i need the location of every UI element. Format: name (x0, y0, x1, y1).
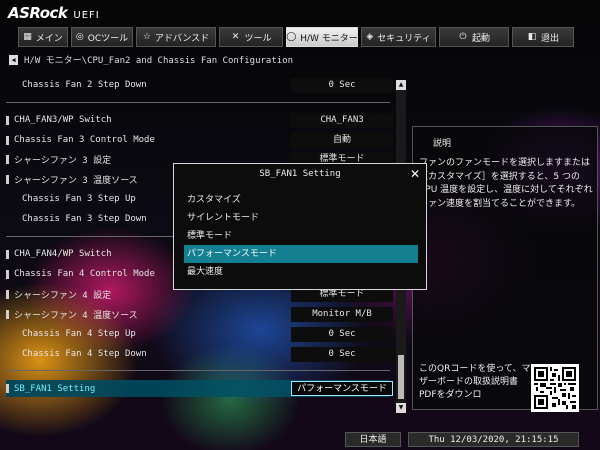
setting-label: Chassis Fan 4 Step Down (22, 349, 147, 359)
setting-marker (6, 350, 9, 359)
popup-option[interactable]: パフォーマンスモード (184, 245, 418, 263)
setting-row[interactable]: CHA_FAN3/WP Switch CHA_FAN3 (6, 112, 393, 128)
back-arrow-icon[interactable]: ◀ (9, 54, 18, 65)
tab-label: OCツール (87, 33, 129, 44)
setting-marker (6, 154, 9, 164)
setting-marker (6, 215, 9, 224)
tab-6[interactable]: ⏻ 起動 (439, 27, 509, 47)
exit-icon: ◧ (527, 32, 537, 42)
wrench-icon: ✕ (231, 32, 240, 42)
setting-marker (6, 384, 9, 393)
setting-row[interactable]: シャーシファン 4 温度ソース Monitor M/B (6, 306, 393, 322)
tab-label: セキュリティ (377, 33, 431, 44)
setting-marker (6, 195, 9, 204)
sb-fan1-setting-popup: SB_FAN1 Setting ✕ カスタマイズ サイレントモード 標準モード パフォ… (173, 163, 427, 290)
brand-name: ASRock (8, 4, 68, 22)
setting-label: Chassis Fan 4 Step Up (22, 329, 136, 339)
setting-marker (6, 174, 9, 184)
breadcrumb-text: H/W モニター\CPU_Fan2 and Chassis Fan Config… (24, 56, 293, 66)
popup-options: カスタマイズ サイレントモード 標準モード パフォーマンスモード 最大速度 (184, 191, 418, 281)
popup-title: SB_FAN1 Setting (259, 169, 341, 179)
scroll-thumb[interactable] (398, 355, 404, 399)
close-icon[interactable]: ✕ (410, 167, 420, 181)
tab-label: ツール (244, 33, 272, 44)
setting-label: Chassis Fan 4 Control Mode (14, 269, 155, 279)
setting-label: シャーシファン 3 設定 (14, 155, 112, 166)
star-icon: ☆ (142, 32, 151, 42)
breadcrumb: ◀ H/W モニター\CPU_Fan2 and Chassis Fan Conf… (9, 53, 293, 66)
tab-0[interactable]: ▦ メイン (18, 27, 68, 47)
tab-label: アドバンスド (154, 33, 210, 44)
tab-5[interactable]: ◈ セキュリティ (361, 27, 436, 47)
setting-label: シャーシファン 4 温度ソース (14, 310, 138, 321)
setting-label: シャーシファン 3 温度ソース (14, 175, 138, 186)
setting-label: Chassis Fan 3 Step Up (22, 194, 136, 204)
setting-marker (6, 81, 9, 90)
grid-icon: ▦ (23, 32, 32, 42)
help-panel: 説明 ファンのファンモードを選択しますまたは［カスタマイズ］を選択すると、5 つ… (412, 126, 598, 412)
setting-value[interactable]: 0 Sec (291, 77, 393, 93)
tab-1[interactable]: ◎ OCツール (71, 27, 133, 47)
setting-row[interactable]: Chassis Fan 4 Step Down 0 Sec (6, 346, 393, 362)
setting-row[interactable]: SB_FAN1 Setting パフォーマンスモード (6, 380, 393, 397)
tab-3[interactable]: ✕ ツール (219, 27, 283, 47)
datetime-display: Thu 12/03/2020, 21:15:15 (408, 432, 579, 447)
help-body: ファンのファンモードを選択しますまたは［カスタマイズ］を選択すると、5 つの C… (419, 158, 593, 209)
qr-caption: このQRコードを使って、マザーボードの取扱説明書PDFをダウンロ (419, 364, 531, 400)
tab-label: メイン (35, 33, 63, 44)
setting-label: Chassis Fan 2 Step Down (22, 80, 147, 90)
setting-label: Chassis Fan 3 Control Mode (14, 135, 155, 145)
setting-marker (6, 289, 9, 299)
setting-label: CHA_FAN4/WP Switch (14, 249, 112, 259)
scroll-up-icon[interactable]: ▲ (396, 80, 406, 90)
setting-label: Chassis Fan 3 Step Down (22, 214, 147, 224)
tab-label: H/W モニター (300, 33, 358, 44)
brand-sub: UEFI (73, 10, 100, 21)
setting-marker (6, 330, 9, 339)
setting-marker (6, 249, 9, 259)
setting-value[interactable]: 0 Sec (291, 346, 393, 362)
main-tabs: ▦ メイン ◎ OCツール ☆ アドバンスド ✕ ツール ◯ H/W モニター ◈ セキュリティ ⏻ 起動… (18, 27, 574, 47)
setting-row[interactable]: Chassis Fan 4 Step Up 0 Sec (6, 326, 393, 342)
language-button[interactable]: 日本語 (345, 432, 401, 447)
tab-label: 起動 (471, 33, 490, 44)
popup-option[interactable]: サイレントモード (184, 209, 418, 227)
gauge-icon: ◎ (75, 32, 84, 42)
setting-row[interactable]: Chassis Fan 2 Step Down 0 Sec (6, 77, 393, 93)
setting-value[interactable]: 自動 (291, 132, 393, 148)
popup-option[interactable]: 最大速度 (184, 263, 418, 281)
setting-marker (6, 309, 9, 319)
setting-marker (6, 115, 9, 125)
setting-value[interactable]: CHA_FAN3 (291, 112, 393, 128)
qr-code (531, 364, 579, 412)
tab-4[interactable]: ◯ H/W モニター (286, 27, 358, 47)
popup-option[interactable]: カスタマイズ (184, 191, 418, 209)
setting-value[interactable]: パフォーマンスモード (291, 381, 393, 396)
setting-row[interactable]: Chassis Fan 3 Control Mode 自動 (6, 132, 393, 148)
section-divider (6, 370, 390, 371)
setting-label: シャーシファン 4 設定 (14, 290, 112, 301)
brand-logo: ASRock UEFI (8, 4, 100, 24)
scroll-down-icon[interactable]: ▼ (396, 403, 406, 413)
power-icon: ⏻ (459, 32, 467, 42)
setting-value[interactable]: 0 Sec (291, 326, 393, 342)
monitor-icon: ◯ (286, 32, 297, 42)
tab-label: 退出 (540, 33, 559, 44)
tab-7[interactable]: ◧ 退出 (512, 27, 574, 47)
tab-2[interactable]: ☆ アドバンスド (136, 27, 216, 47)
shield-icon: ◈ (366, 32, 374, 42)
setting-value[interactable]: Monitor M/B (291, 306, 393, 322)
help-title: 説明 (433, 139, 452, 149)
setting-marker (6, 269, 9, 279)
setting-label: CHA_FAN3/WP Switch (14, 115, 112, 125)
setting-marker (6, 135, 9, 145)
setting-label: SB_FAN1 Setting (14, 383, 96, 394)
popup-option[interactable]: 標準モード (184, 227, 418, 245)
section-divider (6, 102, 390, 103)
